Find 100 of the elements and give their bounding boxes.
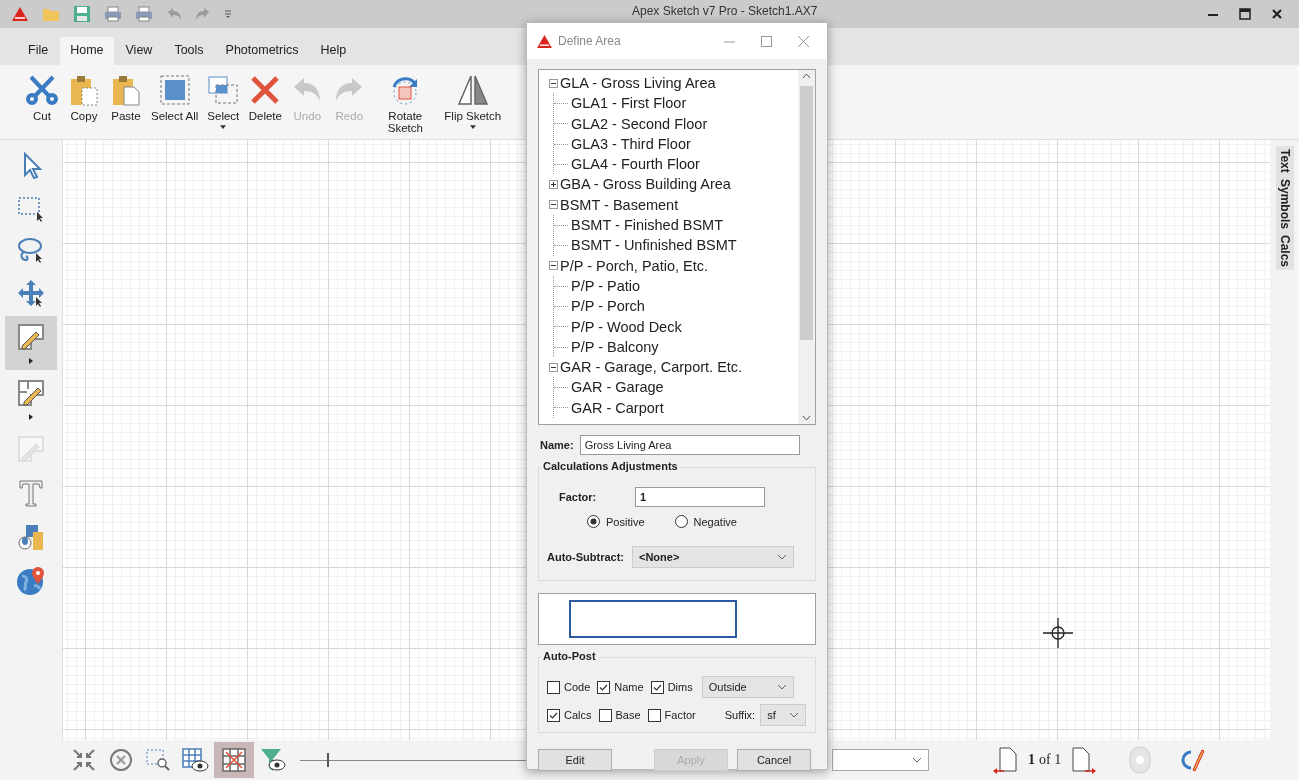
quick-access-button[interactable]: [73, 5, 91, 23]
group-title: Auto-Post: [541, 650, 598, 662]
field-label: Suffix:: [724, 709, 756, 721]
globe-pin-icon: [16, 566, 46, 596]
collapse-icon[interactable]: [549, 362, 558, 372]
tree-item[interactable]: P/P - Wood Deck: [571, 316, 682, 337]
caret-icon: [220, 125, 227, 129]
folder-icon: [42, 6, 60, 22]
menu-tab[interactable]: Tools: [164, 37, 214, 65]
select-all-icon: [157, 73, 192, 107]
checkbox[interactable]: Base: [598, 708, 641, 722]
menu-tab[interactable]: Photometrics: [215, 37, 309, 65]
side-tab[interactable]: Text: [1275, 146, 1294, 176]
maximize-icon: [761, 35, 772, 47]
tree-item[interactable]: P/P - Porch, Patio, Etc.: [560, 255, 709, 276]
redo-icon: [195, 6, 211, 22]
maximize-button[interactable]: [1237, 6, 1253, 22]
radio-button[interactable]: Positive: [587, 515, 645, 528]
tree-item[interactable]: P/P - Patio: [571, 275, 641, 297]
name-field[interactable]: Gross Living Area: [579, 435, 800, 455]
ribbon-button[interactable]: Select All: [148, 73, 202, 122]
auto-subtract-dropdown[interactable]: <None>: [632, 546, 794, 568]
checkbox-icon: [547, 708, 560, 722]
tree-item[interactable]: GLA - Gross Living Area: [560, 73, 716, 94]
tree-item[interactable]: GAR - Carport: [571, 397, 664, 419]
menu-tab[interactable]: File: [18, 37, 59, 65]
tree-item[interactable]: GLA4 - Fourth Floor: [571, 154, 700, 175]
marquee-icon: [17, 194, 45, 222]
menu-tab[interactable]: Home: [60, 37, 114, 65]
ribbon-button[interactable]: Select: [203, 73, 244, 129]
next-page-button[interactable]: [1071, 746, 1098, 774]
checkbox[interactable]: Name: [597, 680, 644, 694]
radio-button[interactable]: Negative: [674, 515, 737, 528]
caret-icon: [29, 358, 33, 364]
tree-item[interactable]: BSMT - Basement: [560, 194, 679, 216]
menu-tab[interactable]: Help: [310, 37, 357, 65]
chevron-down-icon: [789, 712, 800, 718]
scrollbar[interactable]: [798, 70, 815, 424]
field-label: Name:: [540, 439, 574, 451]
select-icon: [206, 73, 241, 107]
checkbox[interactable]: Factor: [647, 708, 696, 722]
ribbon-button[interactable]: Flip Sketch: [441, 73, 505, 129]
ribbon-button[interactable]: Rotate Sketch: [371, 73, 440, 134]
ribbon-button[interactable]: Cut: [22, 73, 62, 122]
tree-item[interactable]: GLA1 - First Floor: [571, 93, 687, 114]
flip-icon: [455, 73, 490, 107]
tree-item[interactable]: GLA2 - Second Floor: [571, 113, 708, 134]
side-tab[interactable]: Symbols: [1275, 175, 1294, 232]
move-icon: [16, 278, 46, 308]
collapse-icon[interactable]: [549, 78, 558, 88]
checkbox[interactable]: Calcs: [547, 708, 592, 722]
close-icon: [798, 35, 809, 47]
checkbox[interactable]: Code: [547, 680, 591, 694]
side-tab[interactable]: Calcs: [1275, 231, 1294, 270]
factor-field[interactable]: 1: [635, 487, 765, 507]
dims-dropdown[interactable]: Outside: [701, 676, 794, 698]
caret-icon: [469, 125, 476, 129]
radio-icon: [587, 515, 600, 528]
checkbox-icon: [647, 708, 661, 722]
menu-tab[interactable]: View: [115, 37, 163, 65]
ribbon-button[interactable]: Copy: [64, 73, 104, 122]
expand-icon[interactable]: [549, 180, 558, 190]
quick-access-button[interactable]: [104, 6, 122, 22]
draw-area-icon: [16, 434, 46, 464]
printer-icon: [104, 6, 122, 22]
view-tool-button[interactable]: [214, 742, 254, 778]
tree-item[interactable]: BSMT - Finished BSMT: [571, 215, 724, 236]
radio-icon: [674, 515, 688, 528]
tool-button[interactable]: [5, 316, 57, 370]
spell-check-button[interactable]: [1179, 746, 1206, 774]
tree-item[interactable]: GAR - Garage: [571, 377, 664, 398]
checkbox-icon: [650, 680, 664, 694]
dialog-title: Define Area: [558, 34, 621, 48]
tree-item[interactable]: BSMT - Unfinished BSMT: [571, 235, 737, 256]
tree-item[interactable]: P/P - Balcony: [571, 336, 659, 358]
logo-icon: [12, 7, 28, 21]
text-tool-icon: [17, 478, 45, 508]
tree-item[interactable]: GAR - Garage, Carport. Etc.: [560, 357, 743, 378]
tree-item[interactable]: P/P - Porch: [571, 296, 645, 317]
zoom-window-icon: [145, 748, 171, 772]
ribbon-button[interactable]: Delete: [245, 73, 286, 122]
tree-item[interactable]: GLA3 - Third Floor: [571, 133, 691, 155]
suffix-dropdown[interactable]: sf: [760, 704, 807, 726]
tree-item[interactable]: GBA - Gross Building Area: [560, 174, 731, 195]
collapse-icon[interactable]: [549, 200, 558, 210]
checkbox[interactable]: Dims: [650, 680, 693, 694]
chevron-down-icon: [912, 757, 922, 763]
save-icon: [73, 5, 91, 23]
dialog-button[interactable]: Edit: [538, 749, 612, 771]
quick-access-button[interactable]: [135, 6, 153, 22]
dropdown[interactable]: [832, 749, 929, 771]
zoom-slider-thumb[interactable]: [327, 753, 330, 767]
collapse-icon[interactable]: [549, 261, 558, 271]
symbols-icon: [16, 522, 46, 552]
previous-page-button[interactable]: [992, 746, 1018, 774]
ribbon-button[interactable]: Paste: [106, 73, 146, 122]
dialog-button[interactable]: Cancel: [737, 749, 811, 771]
toggle-icon: [1129, 746, 1152, 774]
quick-access-button[interactable]: [224, 9, 232, 19]
toggle-button[interactable]: [1129, 746, 1152, 774]
